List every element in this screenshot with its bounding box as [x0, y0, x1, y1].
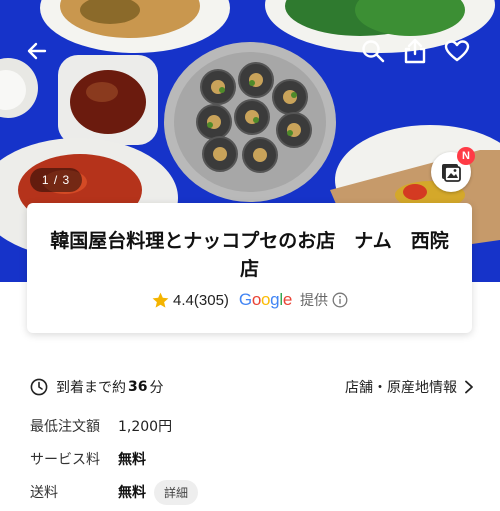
delivery-fee-label: 送料: [30, 485, 58, 501]
rating-value: 4.4: [173, 291, 194, 309]
star-icon: [152, 292, 169, 308]
service-fee-value: 無料: [118, 452, 146, 468]
provided-label: 提供: [299, 293, 328, 309]
back-button[interactable]: [22, 36, 52, 66]
favorite-button[interactable]: [442, 36, 472, 66]
heart-icon: [444, 40, 470, 62]
search-button[interactable]: [358, 36, 388, 66]
new-badge: N: [457, 147, 475, 165]
service-fee-row: サービス料 無料: [30, 447, 146, 471]
store-origin-info-link[interactable]: 店舗・原産地情報: [345, 376, 475, 398]
search-icon: [362, 40, 385, 63]
google-logo: Google: [238, 290, 292, 309]
service-fee-label: サービス料: [30, 452, 100, 468]
share-button[interactable]: [400, 36, 430, 66]
store-info-card: 韓国屋台料理とナッコプセのお店 ナム 西院店 4.4 (305) Google …: [27, 203, 472, 333]
min-order-label: 最低注文額: [30, 419, 100, 435]
delivery-eta-row: 到着まで約 36 分 店舗・原産地情報: [30, 376, 475, 398]
delivery-fee-row: 送料 無料 詳細: [30, 479, 199, 505]
delivery-fee-value: 無料: [118, 485, 146, 501]
delivery-fee-details-button[interactable]: 詳細: [154, 479, 199, 505]
store-name: 韓国屋台料理とナッコプセのお店 ナム 西院店: [50, 230, 449, 280]
share-icon: [404, 38, 426, 64]
info-icon[interactable]: [332, 292, 348, 308]
rating-count: (305): [193, 291, 229, 309]
store-origin-info-label: 店舗・原産地情報: [345, 380, 457, 396]
min-order-value: 1,200円: [118, 419, 173, 435]
image-pager: 1 / 3: [30, 168, 82, 192]
clock-icon: [30, 378, 48, 396]
eta-minutes: 36: [128, 379, 148, 395]
arrow-left-icon: [27, 42, 47, 60]
min-order-row: 最低注文額 1,200円: [30, 414, 172, 438]
rating-row[interactable]: 4.4 (305) Google 提供: [27, 289, 472, 311]
image-gallery-icon: [442, 164, 461, 182]
chevron-right-icon: [465, 380, 473, 394]
eta-prefix: 到着まで約: [56, 380, 126, 396]
eta-unit: 分: [149, 380, 164, 396]
